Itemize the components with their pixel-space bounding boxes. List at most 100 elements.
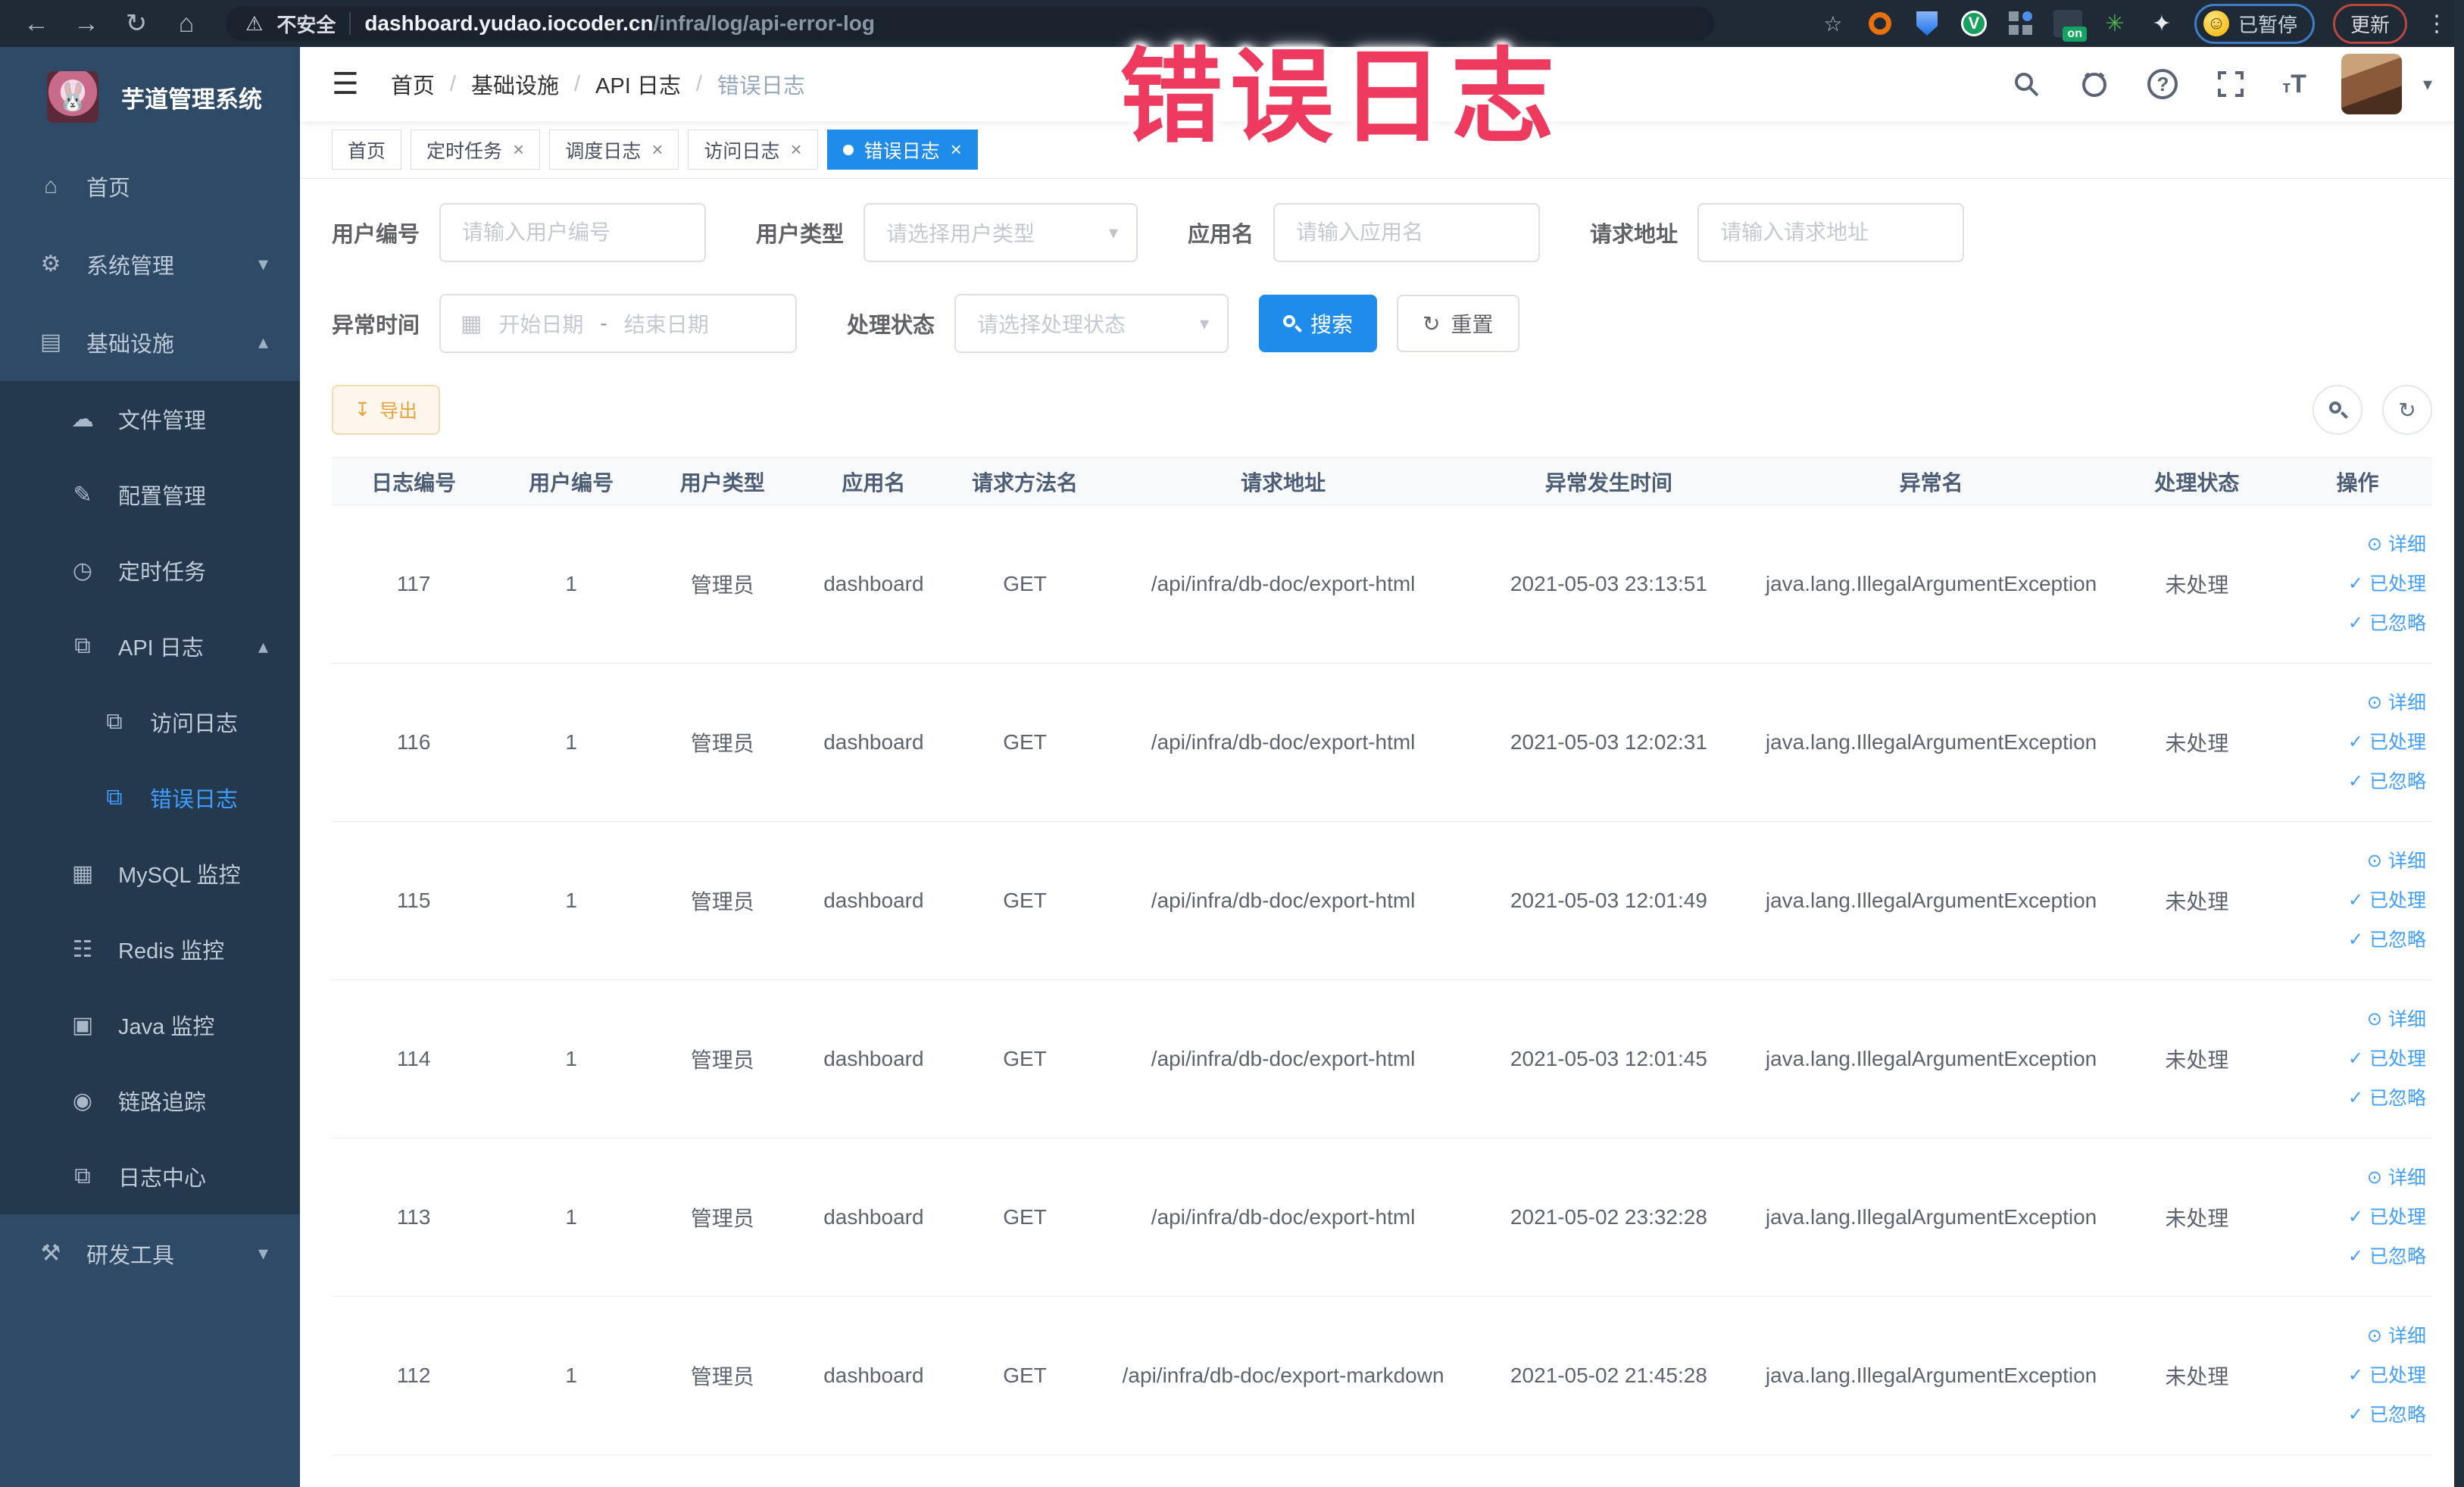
cell-method: GET [949, 821, 1101, 980]
tab-访问日志[interactable]: 访问日志 × [688, 130, 818, 170]
action-ignored-link[interactable]: ✓ 已忽略 [2283, 1237, 2426, 1276]
action-processed-link[interactable]: ✓ 已处理 [2283, 564, 2426, 604]
breadcrumb-item[interactable]: 基础设施 [471, 68, 559, 100]
extension-orange-icon[interactable] [1866, 9, 1894, 38]
close-icon[interactable]: × [790, 138, 801, 161]
sidebar-toggle-icon[interactable]: ☰ [332, 67, 359, 102]
reset-button[interactable]: ↻ 重置 [1397, 295, 1519, 352]
action-ignored-link[interactable]: ✓ 已忽略 [2283, 762, 2426, 801]
action-detail-link[interactable]: ⊙ 详细 [2283, 1158, 2426, 1198]
action-ignored-link[interactable]: ✓ 已忽略 [2283, 1395, 2426, 1435]
search-icon[interactable] [2010, 67, 2043, 101]
browser-forward-icon[interactable]: → [65, 9, 108, 39]
tab-错误日志[interactable]: 错误日志 × [826, 130, 978, 170]
action-label: 已忽略 [2369, 929, 2426, 951]
sidebar-item-label: 日志中心 [118, 1167, 207, 1191]
eye-icon: ⊙ [2366, 851, 2382, 871]
sidebar-item-file-mgmt[interactable]: ☁ 文件管理 [0, 381, 300, 457]
sidebar-item-infrastructure[interactable]: ▤ 基础设施 ▴ [0, 303, 300, 381]
extension-shield-icon[interactable] [1913, 9, 1941, 38]
sidebar-item-system-mgmt[interactable]: ⚙ 系统管理 ▾ [0, 225, 300, 303]
chevron-up-icon: ▴ [258, 634, 268, 658]
update-pill[interactable]: 更新 [2332, 3, 2407, 44]
sidebar-item-redis-monitor[interactable]: ☷ Redis 监控 [0, 911, 300, 987]
process-status-select[interactable]: 请选择处理状态 ▾ [954, 294, 1229, 353]
log-edit-icon: ⧉ [106, 709, 123, 734]
browser-back-icon[interactable]: ← [15, 9, 58, 39]
column-header: 请求方法名 [949, 458, 1101, 505]
close-icon[interactable]: × [513, 138, 524, 161]
scrollbar[interactable] [2454, 0, 2464, 1487]
bookmark-star-icon[interactable]: ☆ [1819, 9, 1847, 38]
toggle-search-button[interactable] [2313, 385, 2363, 435]
user-menu-caret-icon[interactable]: ▾ [2423, 73, 2432, 95]
tab-定时任务[interactable]: 定时任务 × [411, 130, 541, 170]
action-ignored-link[interactable]: ✓ 已忽略 [2283, 920, 2426, 960]
extension-sprout-icon[interactable]: ✳ [2100, 9, 2129, 38]
action-processed-link[interactable]: ✓ 已处理 [2283, 881, 2426, 920]
font-size-icon[interactable]: тT [2282, 70, 2306, 99]
app-logo-row[interactable]: 🐰 芋道管理系统 [0, 47, 300, 147]
help-icon[interactable]: ? [2146, 67, 2179, 101]
gear-icon: ⚙ [40, 251, 61, 276]
exception-time-range-picker[interactable]: ▦ 开始日期 - 结束日期 [439, 294, 798, 353]
tab-调度日志[interactable]: 调度日志 × [549, 130, 679, 170]
sidebar-item-access-log[interactable]: ⧉ 访问日志 [0, 684, 300, 760]
action-detail-link[interactable]: ⊙ 详细 [2283, 525, 2426, 564]
cell-user_id: 1 [495, 1296, 647, 1455]
close-icon[interactable]: × [651, 138, 663, 161]
paused-pill[interactable]: ☺ 已暂停 [2194, 3, 2315, 44]
calendar-icon: ▦ [461, 311, 482, 336]
cell-url: /api/infra/db-doc/export-html [1100, 663, 1466, 822]
browser-reload-icon[interactable]: ↻ [115, 8, 158, 39]
sidebar-item-api-log[interactable]: ⧉ API 日志 ▴ [0, 608, 300, 684]
sidebar-item-error-log[interactable]: ⧉ 错误日志 [0, 760, 300, 836]
cell-time: 2021-05-03 12:01:49 [1466, 821, 1752, 980]
address-divider [349, 12, 351, 35]
search-button[interactable]: 搜索 [1259, 295, 1378, 352]
extension-grid-icon[interactable] [2006, 9, 2035, 38]
user-id-input[interactable] [439, 203, 707, 262]
sidebar-item-log-center[interactable]: ⧉ 日志中心 [0, 1139, 300, 1214]
close-icon[interactable]: × [951, 138, 962, 161]
cell-exception: java.lang.IllegalArgumentException [1751, 1296, 2111, 1455]
request-url-input[interactable] [1697, 203, 1965, 262]
action-detail-link[interactable]: ⊙ 详细 [2283, 1000, 2426, 1039]
action-processed-link[interactable]: ✓ 已处理 [2283, 1039, 2426, 1079]
extension-green-v-icon[interactable]: V [1960, 9, 1988, 38]
browser-menu-icon[interactable]: ⋮ [2425, 11, 2449, 37]
action-detail-link[interactable]: ⊙ 详细 [2283, 1317, 2426, 1356]
user-avatar[interactable] [2341, 54, 2402, 114]
export-button[interactable]: ↧ 导出 [332, 385, 440, 435]
sidebar-item-cron-job[interactable]: ◷ 定时任务 [0, 533, 300, 608]
refresh-table-button[interactable]: ↻ [2382, 385, 2432, 435]
action-ignored-link[interactable]: ✓ 已忽略 [2283, 1079, 2426, 1118]
app-title: 芋道管理系统 [121, 86, 262, 113]
sidebar-item-trace[interactable]: ◉ 链路追踪 [0, 1063, 300, 1139]
action-processed-link[interactable]: ✓ 已处理 [2283, 1198, 2426, 1237]
cell-method: GET [949, 979, 1101, 1139]
github-icon[interactable] [2078, 67, 2111, 101]
sidebar-item-label: 链路追踪 [118, 1091, 207, 1115]
action-ignored-link[interactable]: ✓ 已忽略 [2283, 604, 2426, 643]
tab-首页[interactable]: 首页 [332, 130, 402, 170]
fullscreen-icon[interactable] [2214, 67, 2247, 101]
browser-home-icon[interactable]: ⌂ [165, 9, 208, 39]
sidebar-item-mysql-monitor[interactable]: ▦ MySQL 监控 [0, 836, 300, 911]
sidebar-item-config-mgmt[interactable]: ✎ 配置管理 [0, 457, 300, 533]
breadcrumb-item[interactable]: API 日志 [595, 68, 681, 100]
breadcrumb-item[interactable]: 首页 [391, 68, 435, 100]
sidebar-item-java-monitor[interactable]: ▣ Java 监控 [0, 987, 300, 1063]
cell-user_id: 1 [495, 821, 647, 980]
action-processed-link[interactable]: ✓ 已处理 [2283, 1356, 2426, 1395]
app-name-input[interactable] [1273, 203, 1541, 262]
sidebar-item-home[interactable]: ⌂ 首页 [0, 147, 300, 225]
user-type-select[interactable]: 请选择用户类型 ▾ [863, 203, 1138, 262]
action-detail-link[interactable]: ⊙ 详细 [2283, 683, 2426, 723]
sidebar-item-dev-tools[interactable]: ⚒ 研发工具 ▾ [0, 1214, 300, 1292]
extensions-puzzle-icon[interactable]: ✦ [2147, 9, 2176, 38]
extension-on-icon[interactable]: on [2053, 9, 2087, 42]
action-detail-link[interactable]: ⊙ 详细 [2283, 842, 2426, 881]
action-processed-link[interactable]: ✓ 已处理 [2283, 723, 2426, 762]
cell-status: 未处理 [2110, 1296, 2284, 1455]
